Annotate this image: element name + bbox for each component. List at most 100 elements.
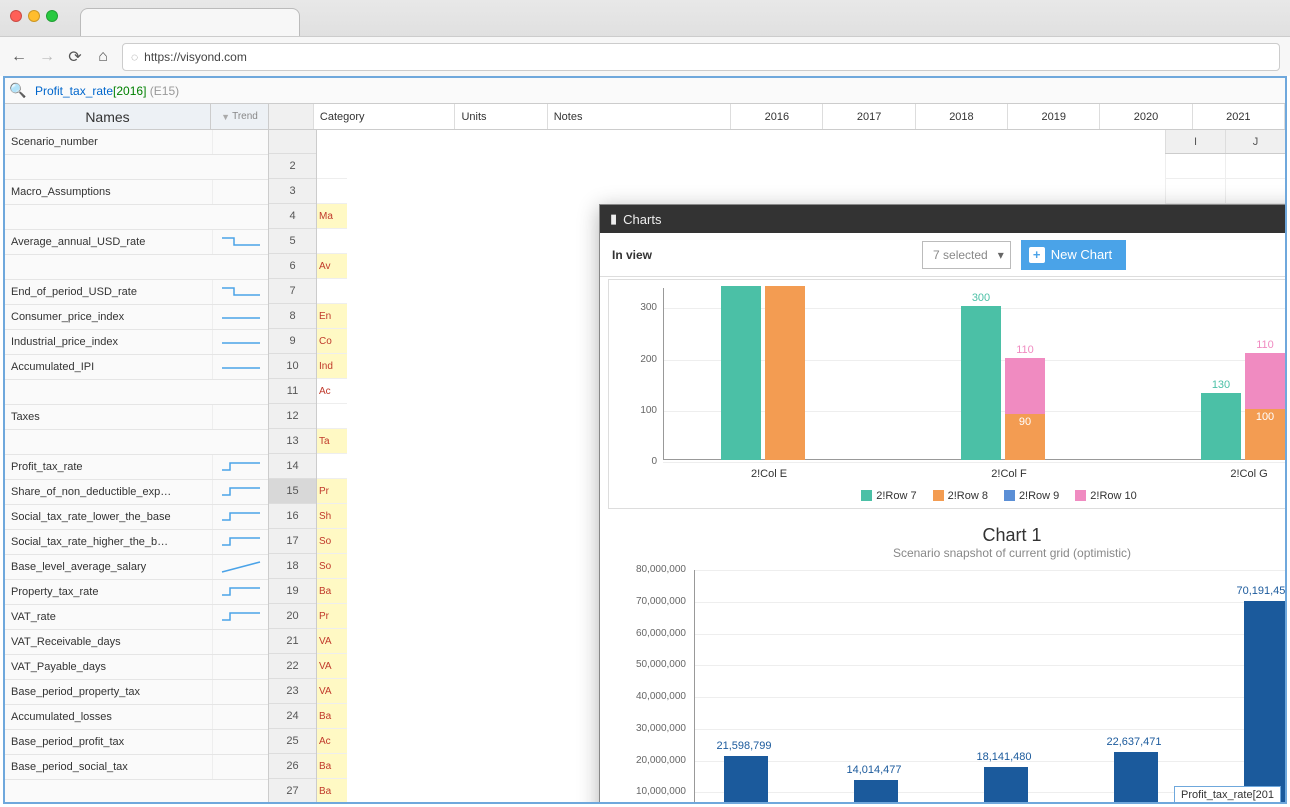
cell-peek: Sh (317, 504, 347, 529)
column-header[interactable]: 2018 (916, 104, 1008, 129)
names-header-title: Names (5, 104, 210, 129)
sparkline (212, 530, 268, 554)
sparkline (212, 355, 268, 379)
name-row[interactable]: End_of_period_USD_rate (5, 280, 268, 305)
name-row[interactable]: Social_tax_rate_lower_the_base (5, 505, 268, 530)
sparkline (212, 280, 268, 304)
row-number[interactable]: 27 (269, 779, 316, 802)
name-row[interactable]: Industrial_price_index (5, 330, 268, 355)
names-panel: Names ▼Trend Scenario_number Macro_Assump… (5, 104, 269, 802)
modal-titlebar[interactable]: ▮ Charts ⤢ ✕ (600, 205, 1285, 233)
name-row[interactable]: Base_level_average_salary (5, 555, 268, 580)
sparkline (212, 330, 268, 354)
formula-bar[interactable]: 🔍 Profit_tax_rate[2016] (E15) (5, 78, 1285, 104)
spreadsheet-grid[interactable]: CategoryUnitsNotes2016201720182019202020… (269, 104, 1285, 802)
cell-peek: Ba (317, 579, 347, 604)
name-row[interactable]: Accumulated_losses (5, 705, 268, 730)
browser-tab[interactable] (80, 8, 300, 36)
row-number[interactable]: 13 (269, 429, 316, 454)
formula-content: Profit_tax_rate[2016] (E15) (31, 84, 183, 98)
maximize-window-icon[interactable] (46, 10, 58, 22)
legend: 2!Row 72!Row 82!Row 92!Row 10 (609, 490, 1285, 505)
name-row[interactable]: VAT_Payable_days (5, 655, 268, 680)
row-number[interactable]: 3 (269, 179, 316, 204)
search-icon[interactable]: 🔍 (5, 82, 31, 99)
chart-select-dropdown[interactable]: 7 selected (922, 241, 1011, 269)
row-number[interactable]: 11 (269, 379, 316, 404)
name-row[interactable]: Macro_Assumptions (5, 180, 268, 205)
name-row[interactable]: Accumulated_IPI (5, 355, 268, 380)
cell-peek: Ac (317, 379, 347, 404)
column-header[interactable]: Units (455, 104, 547, 129)
name-label: Social_tax_rate_lower_the_base (5, 511, 212, 523)
row-number[interactable]: 2 (269, 154, 316, 179)
names-list: Scenario_number Macro_Assumptions Average_… (5, 130, 268, 802)
reload-button[interactable]: ⟳ (66, 48, 84, 66)
name-row[interactable]: Social_tax_rate_higher_the_b… (5, 530, 268, 555)
name-row[interactable]: VAT_Receivable_days (5, 630, 268, 655)
address-bar[interactable]: ◌ https://visyond.com (122, 43, 1280, 71)
bar (724, 756, 768, 802)
column-header[interactable]: 2021 (1193, 104, 1285, 129)
name-row[interactable]: Scenario_number (5, 130, 268, 155)
row-number[interactable]: 22 (269, 654, 316, 679)
charts-icon: ▮ (610, 211, 617, 227)
row-number[interactable]: 24 (269, 704, 316, 729)
sparkline (212, 755, 268, 779)
name-row[interactable]: Share_of_non_deductible_exp… (5, 480, 268, 505)
name-row[interactable]: VAT_rate (5, 605, 268, 630)
row-number[interactable]: 23 (269, 679, 316, 704)
home-button[interactable]: ⌂ (94, 48, 112, 66)
name-row[interactable]: Property_tax_rate (5, 580, 268, 605)
minimize-window-icon[interactable] (28, 10, 40, 22)
row-number[interactable]: 5 (269, 229, 316, 254)
row-number[interactable]: 10 (269, 354, 316, 379)
row-number[interactable]: 17 (269, 529, 316, 554)
row-number[interactable]: 15 (269, 479, 316, 504)
column-header[interactable]: Notes (548, 104, 731, 129)
cell-peek: VA (317, 629, 347, 654)
column-header[interactable]: 2016 (731, 104, 823, 129)
row-number[interactable]: 26 (269, 754, 316, 779)
name-label: Taxes (5, 411, 212, 423)
name-row[interactable]: Taxes (5, 405, 268, 430)
plus-icon: + (1029, 247, 1045, 263)
name-row[interactable]: Consumer_price_index (5, 305, 268, 330)
row-number[interactable]: 18 (269, 554, 316, 579)
row-number[interactable]: 7 (269, 279, 316, 304)
name-row[interactable]: Base_period_social_tax (5, 755, 268, 780)
column-header[interactable]: 2019 (1008, 104, 1100, 129)
name-row[interactable]: Base_period_property_tax (5, 680, 268, 705)
bar (1005, 358, 1045, 414)
forward-button[interactable]: → (38, 48, 56, 66)
name-row[interactable]: Base_period_profit_tax (5, 730, 268, 755)
trend-header[interactable]: ▼Trend (210, 104, 268, 129)
col-letter[interactable]: I (1165, 130, 1225, 153)
row-number[interactable]: 6 (269, 254, 316, 279)
charts-body: 01002003002!Col E2!Col F300110902!Col G1… (600, 277, 1285, 802)
name-row[interactable]: Profit_tax_rate (5, 455, 268, 480)
app-frame: 🔍 Profit_tax_rate[2016] (E15) Names ▼Tre… (3, 76, 1287, 804)
col-letter[interactable]: J (1225, 130, 1285, 153)
row-number[interactable]: 25 (269, 729, 316, 754)
column-header[interactable]: 2017 (823, 104, 915, 129)
close-window-icon[interactable] (10, 10, 22, 22)
bar (1245, 353, 1285, 409)
sparkline (212, 630, 268, 654)
row-number[interactable]: 21 (269, 629, 316, 654)
category-peek-column: MaAvEnCoIndAcTaPrShSoSoBaPrVAVAVABaAcBaB… (317, 130, 347, 802)
row-number[interactable]: 8 (269, 304, 316, 329)
back-button[interactable]: ← (10, 48, 28, 66)
row-number[interactable]: 9 (269, 329, 316, 354)
column-header[interactable]: Category (314, 104, 456, 129)
row-number[interactable]: 16 (269, 504, 316, 529)
row-numbers: 2345678910111213141516171819202122232425… (269, 130, 317, 802)
column-header[interactable]: 2020 (1100, 104, 1192, 129)
new-chart-button[interactable]: +New Chart (1021, 240, 1126, 270)
row-number[interactable]: 20 (269, 604, 316, 629)
name-row[interactable]: Average_annual_USD_rate (5, 230, 268, 255)
row-number[interactable]: 19 (269, 579, 316, 604)
row-number[interactable]: 12 (269, 404, 316, 429)
row-number[interactable]: 14 (269, 454, 316, 479)
row-number[interactable]: 4 (269, 204, 316, 229)
